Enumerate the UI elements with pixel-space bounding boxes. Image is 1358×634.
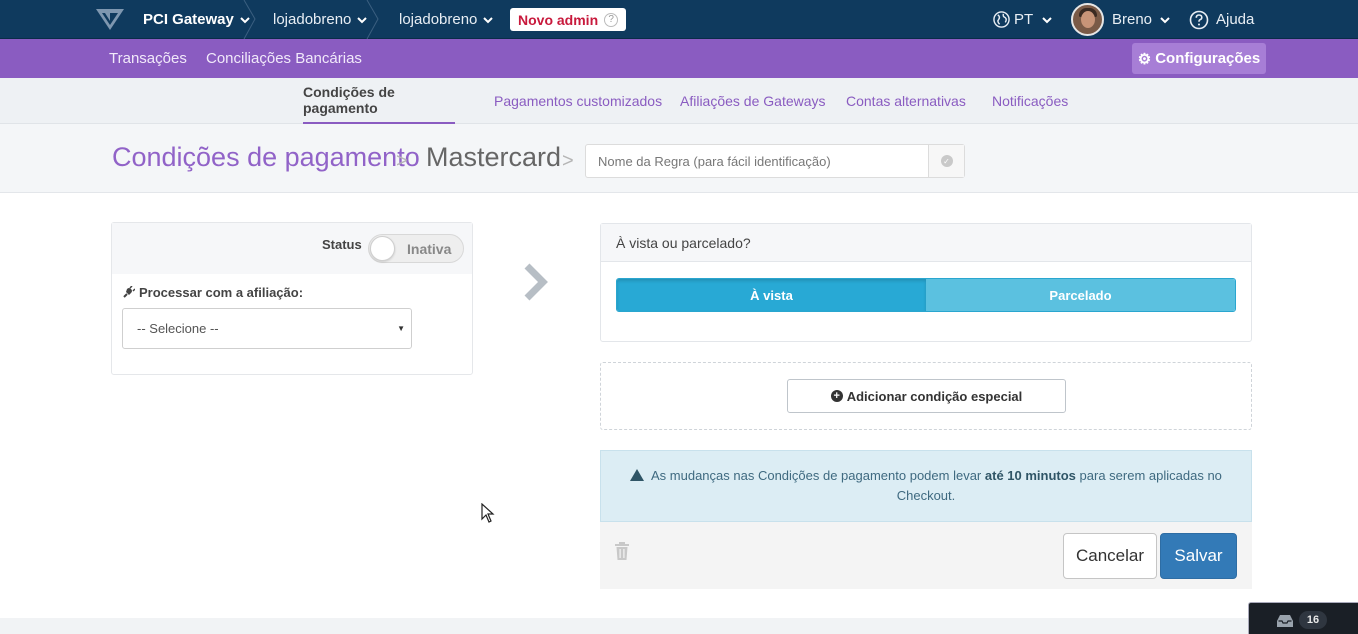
- avatar[interactable]: [1071, 3, 1104, 36]
- process-affiliation-text: Processar com a afiliação:: [139, 285, 304, 300]
- mouse-cursor-icon: [481, 503, 495, 523]
- account-menu-2[interactable]: lojadobreno: [399, 0, 494, 39]
- tab-notifications[interactable]: Notificações: [992, 78, 1068, 124]
- chevron-down-icon: [1160, 16, 1170, 23]
- new-admin-label: Novo admin: [518, 11, 599, 28]
- brand-label: PCI Gateway: [143, 11, 234, 28]
- caret-down-icon: ▼: [397, 324, 405, 333]
- check-circle-icon: ✓: [940, 155, 953, 167]
- language-menu[interactable]: PT: [993, 0, 1052, 39]
- payment-type-segmented-control: À vista Parcelado: [616, 278, 1236, 312]
- pci-logo-icon[interactable]: [96, 7, 124, 31]
- option-parcelado[interactable]: Parcelado: [926, 279, 1235, 311]
- rule-name-field: ✓: [585, 144, 965, 178]
- chevron-down-icon: [1042, 16, 1052, 23]
- process-affiliation-label: Processar com a afiliação:: [122, 285, 303, 300]
- top-navbar: PCI Gateway lojadobreno lojadobreno Novo…: [0, 0, 1358, 39]
- status-value: Inativa: [407, 241, 452, 257]
- new-admin-badge[interactable]: Novo admin ?: [510, 8, 627, 31]
- user-menu[interactable]: Breno: [1112, 0, 1170, 39]
- save-button[interactable]: Salvar: [1160, 533, 1237, 579]
- option-a-vista[interactable]: À vista: [617, 279, 926, 311]
- affiliation-panel: Status Inativa Processar com a afiliação…: [111, 222, 473, 375]
- menu-transactions[interactable]: Transações: [109, 39, 187, 78]
- help-label: Ajuda: [1216, 11, 1255, 28]
- account-label-1: lojadobreno: [273, 11, 352, 28]
- brand-menu[interactable]: PCI Gateway: [143, 0, 250, 39]
- tab-custom-payments[interactable]: Pagamentos customizados: [494, 78, 662, 124]
- affiliation-panel-header: Status Inativa: [112, 223, 472, 274]
- breadcrumb-separator-icon: [243, 0, 256, 39]
- alert-text-bold: até 10 minutos: [984, 468, 1076, 483]
- add-special-condition-button[interactable]: + Adicionar condição especial: [787, 379, 1066, 413]
- status-toggle[interactable]: Inativa: [368, 234, 464, 263]
- payment-type-title: À vista ou parcelado?: [601, 224, 1251, 262]
- language-label: PT: [1014, 11, 1034, 28]
- rule-name-input[interactable]: [586, 145, 928, 177]
- help-circle-icon[interactable]: ?: [604, 12, 619, 27]
- help-link[interactable]: Ajuda: [1189, 0, 1254, 39]
- question-circle-icon: [1189, 10, 1209, 29]
- settings-subnav: Condições de pagamento Pagamentos custom…: [0, 78, 1358, 124]
- inbox-widget[interactable]: 16: [1248, 602, 1358, 634]
- trash-icon[interactable]: [614, 542, 630, 560]
- breadcrumb-payment-conditions[interactable]: Condições de pagamento: [112, 142, 420, 173]
- warning-icon: [630, 469, 645, 481]
- breadcrumb-mastercard: Mastercard: [426, 142, 562, 172]
- plug-icon: [123, 286, 135, 298]
- status-label: Status: [322, 237, 362, 252]
- rule-name-addon[interactable]: ✓: [928, 145, 964, 177]
- breadcrumb-separator-icon: [366, 0, 379, 39]
- affiliation-select-value: -- Selecione --: [137, 321, 219, 336]
- special-condition-zone: + Adicionar condição especial: [600, 362, 1252, 430]
- account-label-2: lojadobreno: [399, 11, 478, 28]
- tab-payment-conditions[interactable]: Condições de pagamento: [303, 78, 455, 124]
- gear-icon: ⚙: [1137, 50, 1152, 68]
- alert-text-1: As mudanças nas Condições de pagamento p…: [651, 468, 982, 483]
- account-menu-1[interactable]: lojadobreno: [273, 0, 368, 39]
- main-menu-bar: Transações Conciliações Bancárias ⚙ Conf…: [0, 39, 1358, 78]
- cancel-button[interactable]: Cancelar: [1063, 533, 1157, 579]
- toggle-knob: [370, 236, 395, 261]
- globe-icon: [993, 11, 1010, 28]
- payment-type-panel: À vista ou parcelado? À vista Parcelado: [600, 223, 1252, 342]
- breadcrumb-separator: >: [396, 150, 408, 172]
- tab-alternative-accounts[interactable]: Contas alternativas: [846, 78, 966, 124]
- chevron-right-icon: [524, 263, 548, 301]
- menu-bank-reconciliations[interactable]: Conciliações Bancárias: [206, 39, 362, 78]
- inbox-count-badge: 16: [1299, 611, 1327, 629]
- settings-button[interactable]: ⚙ Configurações: [1132, 43, 1266, 74]
- tab-gateway-affiliations[interactable]: Afiliações de Gateways: [680, 78, 826, 124]
- form-actions: Cancelar Salvar: [600, 522, 1252, 589]
- footer-strip: [0, 618, 1358, 634]
- chevron-down-icon: [483, 16, 494, 23]
- add-special-condition-label: Adicionar condição especial: [846, 388, 1023, 404]
- settings-label: Configurações: [1155, 50, 1261, 67]
- info-alert: As mudanças nas Condições de pagamento p…: [600, 450, 1252, 522]
- affiliation-select[interactable]: -- Selecione -- ▼: [122, 308, 412, 349]
- plus-circle-icon: +: [830, 390, 843, 402]
- breadcrumb-separator: >: [562, 150, 574, 172]
- user-name: Breno: [1112, 11, 1153, 28]
- inbox-icon: [1277, 615, 1293, 627]
